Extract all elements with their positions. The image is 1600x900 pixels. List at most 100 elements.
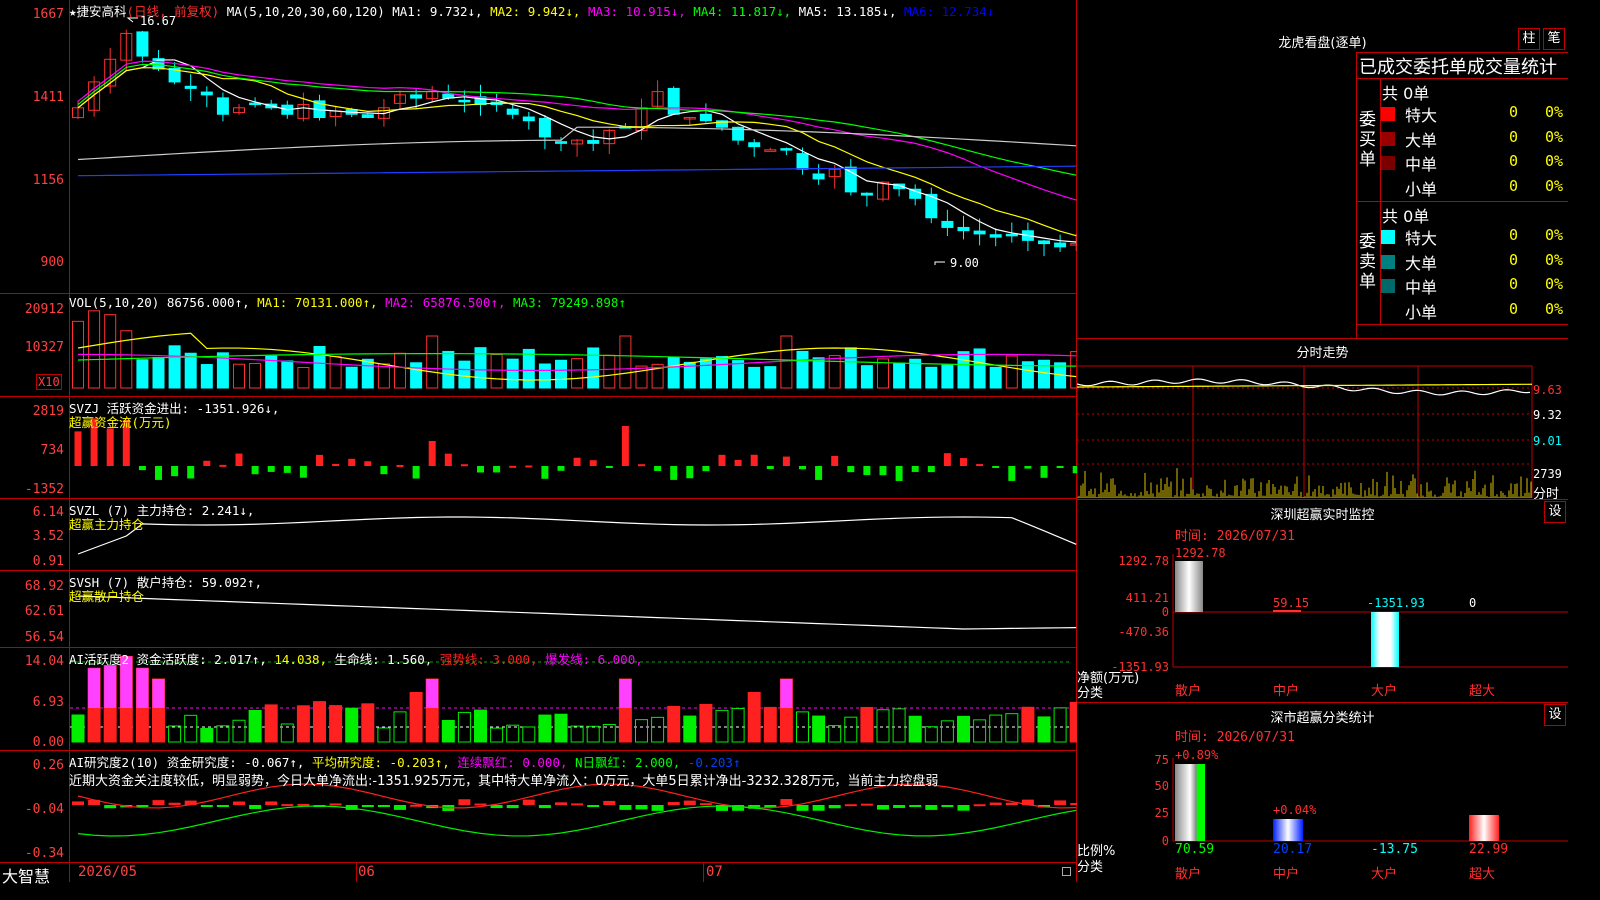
svzl-tick-mid: 3.52 xyxy=(32,529,64,544)
date-tick-may: 2026/05 xyxy=(78,864,138,880)
research-bar xyxy=(587,805,600,807)
intraday-panel[interactable]: 分时走势 9.63 9.32 9.01 2739 分时 xyxy=(1077,338,1568,502)
research-bar xyxy=(860,803,873,806)
price-panel[interactable]: ★捷安高科(日线, 前复权) MA(5,10,20,30,60,120) MA1… xyxy=(0,0,1077,293)
research-bar xyxy=(361,805,374,807)
activity-bar xyxy=(313,701,326,743)
intraday-tick-3: 9.01 xyxy=(1533,434,1562,448)
research-bar xyxy=(394,805,406,810)
lock-icon[interactable] xyxy=(1062,867,1071,876)
retail-holding-curve xyxy=(77,595,1077,630)
sz-class-panel[interactable]: 深市超赢分类统计 设 时间: 2026/07/31 75 50 25 0 +0.89% +… xyxy=(1077,702,1568,882)
volume-bar xyxy=(538,363,551,389)
activity-bar xyxy=(1037,716,1051,743)
research-bar xyxy=(989,802,1002,805)
activity-bar xyxy=(1005,713,1019,743)
price-tick-1667: 1667 xyxy=(32,7,64,22)
flow-bar xyxy=(654,466,662,471)
activity-bar xyxy=(989,714,1003,743)
volume-bar xyxy=(619,335,632,389)
volume-panel[interactable]: VOL(5,10,20) 86756.000↑, MA1: 70131.000↑… xyxy=(0,294,1077,396)
stroke-mode-button[interactable]: 笔 xyxy=(1543,28,1565,50)
brand-label: 大智慧 xyxy=(2,867,51,886)
sz-monitor-panel[interactable]: 深圳超赢实时监控 设 时间: 2026/07/31 1292.78 411.21 0… xyxy=(1077,499,1568,702)
research-bar xyxy=(506,805,519,809)
candle-body xyxy=(361,114,374,118)
activity-bar xyxy=(731,708,745,743)
ai-activity-panel[interactable]: AI活跃度2 资金活跃度: 2.017↑, 14.038, 生命线: 1.560… xyxy=(0,648,1077,750)
intraday-chart[interactable] xyxy=(1077,338,1568,498)
szc-tick-1: 50 xyxy=(1155,779,1169,793)
research-bar xyxy=(667,802,680,805)
flow-bar xyxy=(638,464,645,467)
volume-bar xyxy=(989,366,1002,389)
buy-swatch-3 xyxy=(1381,180,1395,195)
flow-bar xyxy=(74,431,82,466)
flow-bar xyxy=(203,460,211,466)
volume-bar xyxy=(104,314,117,389)
volume-bar xyxy=(136,359,149,389)
volume-bar xyxy=(1038,359,1050,389)
flow-bar xyxy=(927,466,935,473)
ai1-tick-top: 14.04 xyxy=(24,654,64,669)
flow-bar xyxy=(251,466,259,475)
price-tick-900: 900 xyxy=(40,255,64,270)
volume-bar xyxy=(297,367,310,389)
research-bar xyxy=(200,805,213,807)
activity-bar xyxy=(1053,707,1067,743)
research-bar xyxy=(812,805,825,811)
buy-value-0: 0 xyxy=(1509,103,1519,121)
flow-bar xyxy=(187,466,195,479)
flow-bar xyxy=(283,466,291,473)
candlestick-chart[interactable] xyxy=(0,0,1077,293)
volume-bar xyxy=(410,362,423,389)
svzj-tick-mid: 734 xyxy=(40,443,64,458)
activity-bar xyxy=(264,704,278,743)
bar-mode-button[interactable]: 柱 xyxy=(1518,28,1540,50)
candle-body xyxy=(458,99,471,103)
research-bar xyxy=(522,799,535,805)
svzl-panel[interactable]: SVZL (7) 主力持仓: 2.241↓, 超赢主力持仓 6.14 3.52 … xyxy=(0,499,1077,570)
date-tick-jul: 07 xyxy=(706,864,723,880)
sell-swatch-2 xyxy=(1381,279,1395,293)
szc-tick-0: 75 xyxy=(1155,753,1169,767)
activity-bar xyxy=(538,714,552,743)
research-bar xyxy=(1070,803,1077,806)
burst-segment xyxy=(780,679,793,708)
ai-research-header: AI研究度2(10) 资金研究度: -0.067↑, 平均研究度: -0.203… xyxy=(69,752,740,771)
activity-bar xyxy=(200,727,214,743)
flow-bar xyxy=(702,466,710,472)
activity-bar xyxy=(232,719,246,743)
ma30-line xyxy=(77,63,1077,176)
ai-research-panel[interactable]: AI研究度2(10) 资金研究度: -0.067↑, 平均研究度: -0.203… xyxy=(0,751,1077,862)
szc-top-0: +0.89% xyxy=(1175,748,1219,762)
activity-bar xyxy=(715,709,729,743)
szc-value-3: 22.99 xyxy=(1469,842,1508,857)
szc-cat-3: 超大 xyxy=(1469,867,1495,882)
research-bar xyxy=(683,800,696,805)
research-bar xyxy=(538,805,551,809)
volume-bar xyxy=(168,345,181,389)
flow-bar xyxy=(976,464,984,467)
volume-bar xyxy=(716,356,728,389)
szc-bar-super xyxy=(1469,815,1499,841)
szc-value-2: -13.75 xyxy=(1371,842,1418,857)
research-bar xyxy=(973,804,986,807)
volume-bar xyxy=(732,360,745,389)
activity-bar xyxy=(168,725,182,743)
research-bar xyxy=(635,805,648,810)
flow-bar xyxy=(428,441,436,466)
candle-body xyxy=(587,140,600,144)
szm-tick-3: -470.36 xyxy=(1118,625,1169,639)
svzj-panel[interactable]: SVZJ 活跃资金进出: -1351.926↓, 超赢资金流(万元) 2819 … xyxy=(0,397,1077,498)
svsh-panel[interactable]: SVSH (7) 散户持仓: 59.092↑, 超赢散户持仓 68.92 62.… xyxy=(0,571,1077,647)
flow-bar xyxy=(541,466,549,479)
buy-pct-3: 0% xyxy=(1545,176,1564,195)
trade-stats-tabs[interactable]: 已成交委托单成交量统计 xyxy=(1359,53,1557,79)
candle-body xyxy=(764,149,777,152)
buy-name-2: 中单 xyxy=(1405,155,1438,174)
ai2-tick-bottom: -0.34 xyxy=(24,846,64,861)
research-bar xyxy=(957,805,970,811)
flow-bar xyxy=(943,453,951,466)
burst-segment xyxy=(136,668,149,708)
